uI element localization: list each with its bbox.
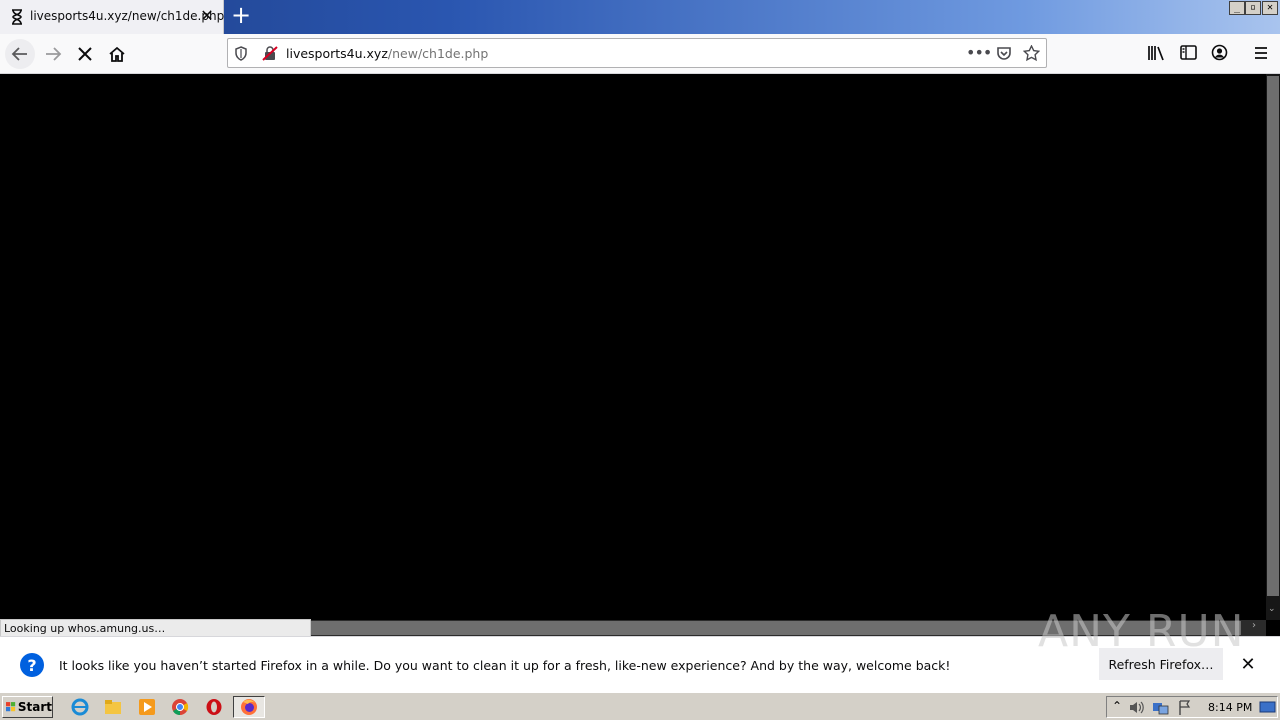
firefox-taskbar-button[interactable] bbox=[233, 696, 265, 718]
sidebar-icon[interactable] bbox=[1180, 45, 1197, 60]
home-icon bbox=[109, 46, 125, 62]
volume-icon[interactable] bbox=[1129, 700, 1145, 715]
show-hidden-icons-icon[interactable]: ⌃ bbox=[1112, 699, 1122, 713]
stop-x-icon bbox=[78, 47, 92, 61]
url-text[interactable]: livesports4u.xyz/new/ch1de.php bbox=[286, 46, 488, 61]
back-button[interactable] bbox=[5, 39, 35, 69]
action-center-flag-icon[interactable] bbox=[1178, 700, 1192, 715]
hamburger-menu-icon[interactable] bbox=[1253, 46, 1269, 60]
status-panel: Looking up whos.amung.us… bbox=[0, 619, 311, 637]
tab-title: livesports4u.xyz/new/ch1de.php bbox=[30, 9, 225, 23]
tab-active[interactable]: livesports4u.xyz/new/ch1de.php ✕ bbox=[0, 0, 224, 34]
url-host: livesports4u.xyz bbox=[286, 46, 388, 61]
notification-message: It looks like you haven’t started Firefo… bbox=[59, 658, 951, 673]
restore-button[interactable]: ▫ bbox=[1245, 1, 1261, 15]
new-tab-button[interactable]: + bbox=[229, 3, 253, 28]
bookmark-star-icon[interactable] bbox=[1023, 45, 1040, 62]
pocket-icon[interactable] bbox=[996, 46, 1012, 61]
url-bar[interactable]: livesports4u.xyz/new/ch1de.php ••• bbox=[227, 38, 1047, 68]
show-desktop-icon[interactable] bbox=[1259, 701, 1276, 714]
windows-logo-icon bbox=[6, 702, 16, 712]
watermark-logo: ANY RUN bbox=[1038, 606, 1245, 657]
library-icon[interactable] bbox=[1147, 45, 1165, 61]
url-path: /new/ch1de.php bbox=[387, 46, 489, 61]
account-icon[interactable] bbox=[1211, 44, 1228, 61]
firefox-icon bbox=[241, 699, 257, 715]
insecure-lock-icon[interactable] bbox=[262, 46, 278, 61]
close-window-button[interactable]: ✕ bbox=[1262, 1, 1278, 15]
hourglass-loading-icon bbox=[12, 9, 22, 25]
forward-button[interactable] bbox=[38, 39, 68, 69]
close-notification-icon[interactable]: ✕ bbox=[1238, 655, 1258, 675]
stop-button[interactable] bbox=[70, 39, 100, 69]
opera-icon[interactable] bbox=[205, 698, 223, 716]
start-label: Start bbox=[17, 700, 52, 714]
navigation-toolbar: livesports4u.xyz/new/ch1de.php ••• bbox=[0, 34, 1280, 74]
vertical-scrollbar-thumb[interactable] bbox=[1267, 76, 1279, 596]
shield-icon[interactable] bbox=[234, 46, 248, 61]
question-icon: ? bbox=[20, 653, 44, 677]
svg-text:?: ? bbox=[27, 656, 36, 675]
page-content[interactable] bbox=[0, 74, 1266, 620]
minimize-button[interactable]: _ bbox=[1229, 1, 1245, 15]
page-actions-icon[interactable]: ••• bbox=[966, 43, 992, 62]
start-button[interactable]: Start bbox=[2, 696, 53, 718]
network-icon[interactable] bbox=[1152, 700, 1169, 715]
file-explorer-icon[interactable] bbox=[104, 698, 122, 716]
taskbar: Start ⌃ 8:14 PM bbox=[0, 692, 1280, 720]
back-arrow-icon bbox=[11, 47, 27, 61]
clock: 8:14 PM bbox=[1208, 701, 1253, 714]
tab-close-icon[interactable]: ✕ bbox=[198, 7, 216, 25]
internet-explorer-icon[interactable] bbox=[71, 698, 89, 716]
home-button[interactable] bbox=[102, 39, 132, 69]
scroll-down-icon[interactable]: ⌄ bbox=[1268, 604, 1276, 614]
chrome-icon[interactable] bbox=[171, 698, 189, 716]
forward-arrow-icon bbox=[46, 47, 62, 61]
scroll-right-icon[interactable]: › bbox=[1252, 620, 1256, 631]
media-player-icon[interactable] bbox=[138, 698, 156, 716]
